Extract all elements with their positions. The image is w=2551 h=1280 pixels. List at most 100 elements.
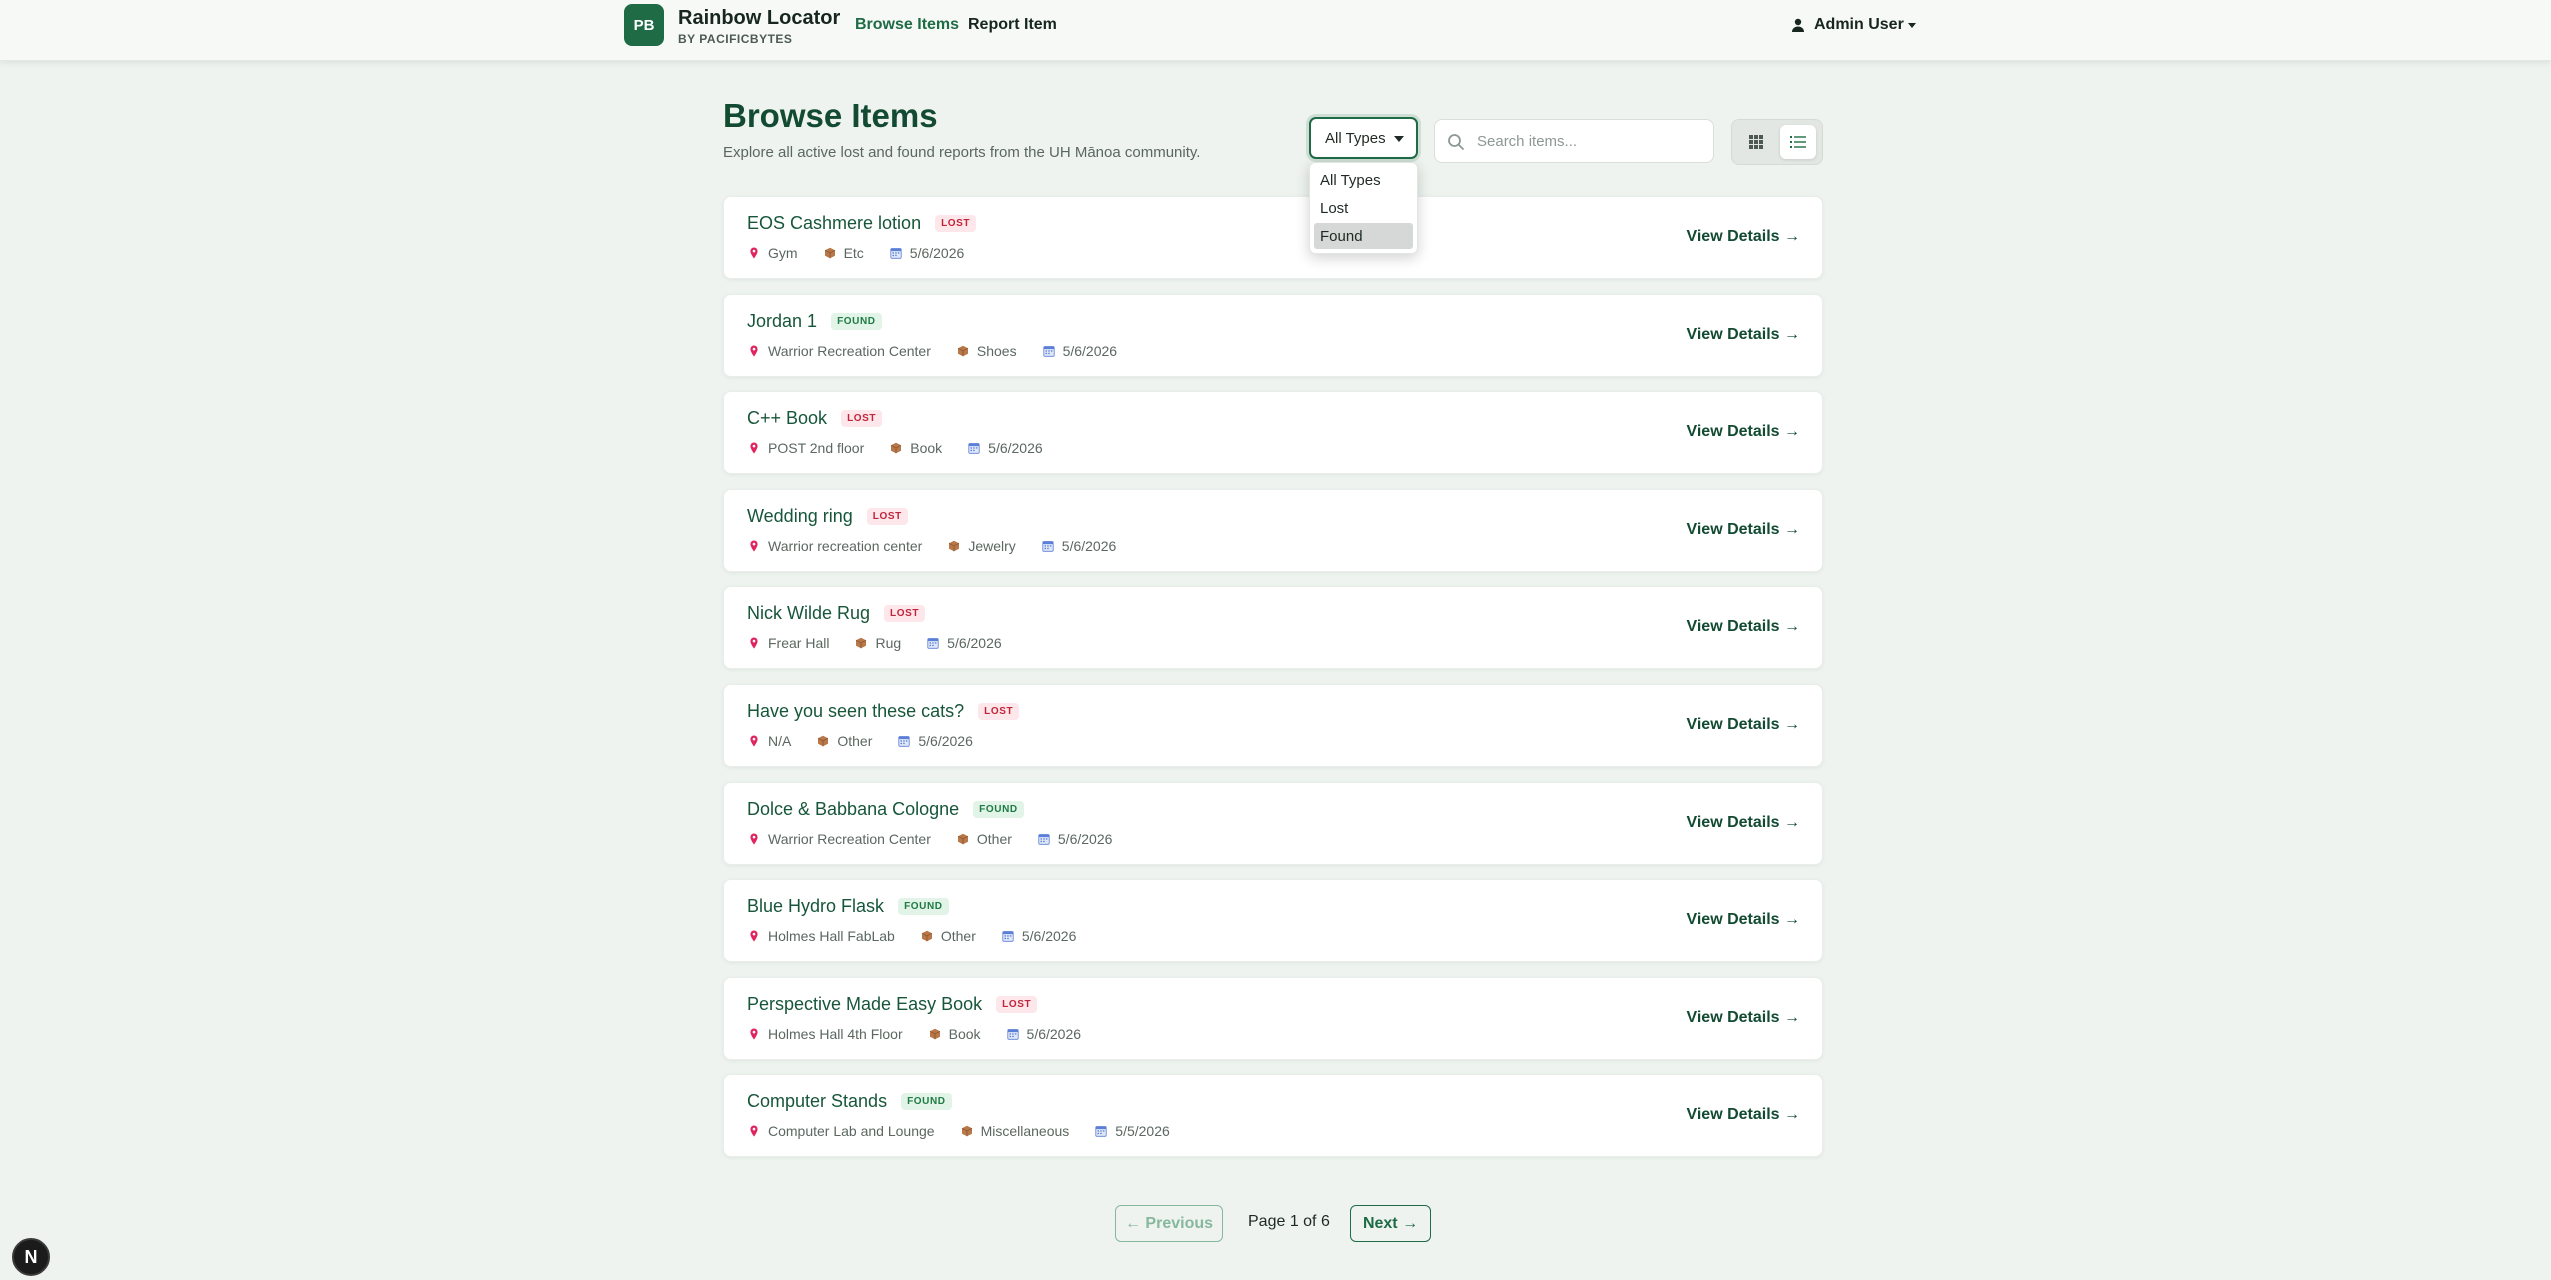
view-details-link[interactable]: View Details → xyxy=(1686,1106,1800,1124)
search-icon xyxy=(1448,134,1464,150)
item-card[interactable]: C++ Book LOST POST 2nd floor Book 5/6/2026 Vi… xyxy=(723,391,1823,474)
user-icon xyxy=(1792,18,1804,32)
item-title[interactable]: Blue Hydro Flask xyxy=(747,896,884,917)
status-badge: FOUND xyxy=(901,1093,952,1110)
item-location-text: Frear Hall xyxy=(768,635,830,651)
previous-page-button[interactable]: ← Previous xyxy=(1115,1205,1223,1242)
item-date-text: 5/6/2026 xyxy=(947,635,1002,651)
item-title[interactable]: Wedding ring xyxy=(747,506,853,527)
type-filter-select[interactable]: All Types xyxy=(1309,117,1418,159)
status-badge: LOST xyxy=(884,605,926,622)
view-details-link[interactable]: View Details → xyxy=(1686,716,1800,734)
item-meta: N/A Other 5/6/2026 xyxy=(748,733,999,749)
item-card[interactable]: Computer Stands FOUND Computer Lab and Lou… xyxy=(723,1074,1823,1157)
pin-icon xyxy=(750,1125,758,1137)
item-title[interactable]: Dolce & Babbana Cologne xyxy=(747,799,959,820)
item-location: Holmes Hall FabLab xyxy=(748,928,895,944)
package-icon xyxy=(856,637,867,649)
item-card[interactable]: Dolce & Babbana Cologne FOUND Warrior Recr… xyxy=(723,782,1823,865)
search-input[interactable] xyxy=(1477,128,1702,154)
item-card[interactable]: Perspective Made Easy Book LOST Holmes Hal… xyxy=(723,977,1823,1060)
view-details-link[interactable]: View Details → xyxy=(1686,911,1800,929)
calendar-icon xyxy=(927,638,939,649)
grid-view-button[interactable] xyxy=(1738,125,1774,159)
item-meta: Warrior recreation center Jewelry 5/6/2026 xyxy=(748,538,1142,554)
item-category: Book xyxy=(890,440,942,456)
item-date-text: 5/6/2026 xyxy=(1026,1026,1082,1042)
next-page-button[interactable]: Next → xyxy=(1350,1205,1431,1242)
calendar-icon xyxy=(1038,834,1050,845)
item-date-text: 5/6/2026 xyxy=(909,245,965,261)
item-location-text: Holmes Hall 4th Floor xyxy=(768,1026,903,1042)
calendar-icon xyxy=(890,248,902,259)
item-title-row: Have you seen these cats? LOST xyxy=(747,701,1020,722)
type-filter-value: All Types xyxy=(1325,129,1386,147)
item-title-row: Dolce & Babbana Cologne FOUND xyxy=(747,799,1024,820)
item-title[interactable]: Perspective Made Easy Book xyxy=(747,994,982,1015)
view-details-link[interactable]: View Details → xyxy=(1686,228,1800,246)
package-icon xyxy=(957,833,969,845)
item-card[interactable]: Blue Hydro Flask FOUND Holmes Hall FabLab O… xyxy=(723,879,1823,962)
item-date: 5/6/2026 xyxy=(1002,928,1076,944)
item-title[interactable]: Jordan 1 xyxy=(747,311,817,332)
package-icon xyxy=(957,345,969,357)
item-meta: Warrior Recreation Center Shoes 5/6/2026 xyxy=(748,343,1143,359)
pin-icon xyxy=(750,540,758,552)
item-title[interactable]: Have you seen these cats? xyxy=(747,701,964,722)
caret-down-icon xyxy=(1394,136,1404,142)
item-title[interactable]: Computer Stands xyxy=(747,1091,887,1112)
item-card[interactable]: Wedding ring LOST Warrior recreation cente… xyxy=(723,489,1823,572)
option-found[interactable]: Found xyxy=(1314,223,1413,249)
brand-logo[interactable]: PB xyxy=(624,4,664,46)
item-category: Book xyxy=(929,1026,981,1042)
grid-icon xyxy=(1749,135,1763,149)
item-title-row: Computer Stands FOUND xyxy=(747,1091,952,1112)
item-category-text: Other xyxy=(976,831,1012,847)
item-location: N/A xyxy=(748,733,791,749)
pin-icon xyxy=(750,833,758,845)
item-card[interactable]: Have you seen these cats? LOST N/A Other 5/6… xyxy=(723,684,1823,767)
view-details-link[interactable]: View Details → xyxy=(1686,814,1800,832)
item-date-text: 5/6/2026 xyxy=(988,440,1043,456)
dev-tools-badge[interactable]: N xyxy=(12,1238,50,1276)
item-category: Other xyxy=(957,831,1012,847)
item-title[interactable]: C++ Book xyxy=(747,408,827,429)
list-view-button[interactable] xyxy=(1780,125,1816,159)
calendar-icon xyxy=(1006,1029,1019,1040)
status-badge: FOUND xyxy=(898,898,949,915)
view-details-link[interactable]: View Details → xyxy=(1686,326,1800,344)
nav-report-item[interactable]: Report Item xyxy=(968,16,1057,34)
user-menu[interactable]: Admin User xyxy=(1790,16,1916,34)
view-details-link[interactable]: View Details → xyxy=(1686,423,1800,441)
status-badge: LOST xyxy=(996,996,1038,1013)
item-category-text: Other xyxy=(837,733,873,749)
item-location-text: Gym xyxy=(768,245,798,261)
search-box[interactable] xyxy=(1434,119,1714,163)
view-details-link[interactable]: View Details → xyxy=(1686,618,1800,636)
list-icon xyxy=(1790,136,1806,148)
item-card[interactable]: EOS Cashmere lotion LOST Gym Etc 5/6/2026 Vie… xyxy=(723,196,1823,279)
nav-browse-items[interactable]: Browse Items xyxy=(855,16,959,34)
item-card[interactable]: Nick Wilde Rug LOST Frear Hall Rug 5/6/2026 V… xyxy=(723,586,1823,669)
view-details-link[interactable]: View Details → xyxy=(1686,1009,1800,1027)
status-badge: LOST xyxy=(935,215,977,232)
item-location: Holmes Hall 4th Floor xyxy=(748,1026,903,1042)
item-title-row: Blue Hydro Flask FOUND xyxy=(747,896,949,917)
item-meta: Holmes Hall 4th Floor Book 5/6/2026 xyxy=(748,1026,1107,1042)
item-title[interactable]: Nick Wilde Rug xyxy=(747,603,870,624)
item-title[interactable]: EOS Cashmere lotion xyxy=(747,213,921,234)
item-location-text: Warrior Recreation Center xyxy=(768,343,931,359)
item-card[interactable]: Jordan 1 FOUND Warrior Recreation Center Sh… xyxy=(723,294,1823,377)
item-category-text: Etc xyxy=(843,245,864,261)
item-location-text: N/A xyxy=(768,733,792,749)
item-title-row: Jordan 1 FOUND xyxy=(747,311,882,332)
option-all-types[interactable]: All Types xyxy=(1314,167,1413,193)
package-icon xyxy=(921,930,933,942)
chevron-down-icon xyxy=(1907,22,1916,28)
brand-name[interactable]: Rainbow Locator xyxy=(678,7,840,30)
item-location: Computer Lab and Lounge xyxy=(748,1123,935,1139)
item-location: Frear Hall xyxy=(748,635,829,651)
item-meta: POST 2nd floor Book 5/6/2026 xyxy=(748,440,1069,456)
view-details-link[interactable]: View Details → xyxy=(1686,521,1800,539)
option-lost[interactable]: Lost xyxy=(1314,195,1413,221)
